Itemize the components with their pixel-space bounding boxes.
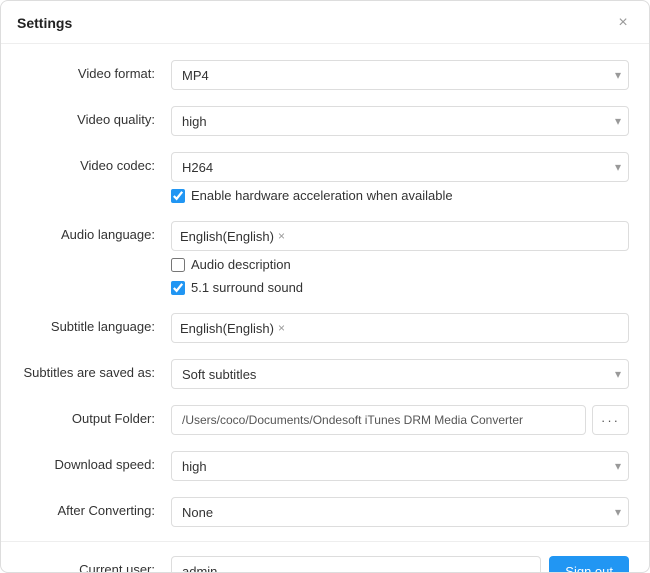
download-speed-label: Download speed:	[21, 451, 171, 472]
video-quality-label: Video quality:	[21, 106, 171, 127]
current-user-row: Current user: Sign out	[1, 548, 649, 572]
audio-language-tag-text: English(English)	[180, 229, 274, 244]
output-folder-path: /Users/coco/Documents/Ondesoft iTunes DR…	[171, 405, 586, 435]
subtitles-saved-as-control: Soft subtitles Hard subtitles External s…	[171, 359, 629, 389]
video-format-row: Video format: MP4 MOV MKV AVI ▾	[1, 52, 649, 98]
download-speed-control: high medium low ▾	[171, 451, 629, 481]
current-user-input-row: Sign out	[171, 556, 629, 572]
video-codec-label: Video codec:	[21, 152, 171, 173]
video-quality-select[interactable]: high medium low	[171, 106, 629, 136]
download-speed-row: Download speed: high medium low ▾	[1, 443, 649, 489]
hardware-accel-row: Enable hardware acceleration when availa…	[171, 186, 629, 205]
subtitle-language-tag: English(English) ×	[180, 321, 285, 336]
audio-description-label: Audio description	[191, 257, 291, 272]
video-codec-select[interactable]: H264 H265 HEVC	[171, 152, 629, 182]
video-codec-select-wrapper: H264 H265 HEVC ▾	[171, 152, 629, 182]
after-converting-control: None Open folder Shutdown ▾	[171, 497, 629, 527]
sign-out-button[interactable]: Sign out	[549, 556, 629, 572]
audio-language-tag-input[interactable]: English(English) ×	[171, 221, 629, 251]
close-button[interactable]: ×	[613, 13, 633, 33]
video-format-label: Video format:	[21, 60, 171, 81]
hardware-accel-checkbox[interactable]	[171, 189, 185, 203]
video-codec-control: H264 H265 HEVC ▾ Enable hardware acceler…	[171, 152, 629, 205]
subtitle-language-tag-remove[interactable]: ×	[278, 322, 285, 334]
download-speed-select[interactable]: high medium low	[171, 451, 629, 481]
browse-button[interactable]: ···	[592, 405, 629, 435]
subtitle-language-row: Subtitle language: English(English) ×	[1, 305, 649, 351]
audio-language-row: Audio language: English(English) × Audio…	[1, 213, 649, 305]
output-folder-control: /Users/coco/Documents/Ondesoft iTunes DR…	[171, 405, 629, 435]
audio-language-control: English(English) × Audio description 5.1…	[171, 221, 629, 297]
current-user-input[interactable]	[171, 556, 541, 572]
hardware-accel-label: Enable hardware acceleration when availa…	[191, 188, 453, 203]
after-converting-select[interactable]: None Open folder Shutdown	[171, 497, 629, 527]
audio-description-row: Audio description	[171, 255, 629, 274]
subtitles-saved-as-row: Subtitles are saved as: Soft subtitles H…	[1, 351, 649, 397]
video-quality-select-wrapper: high medium low ▾	[171, 106, 629, 136]
subtitles-saved-as-label: Subtitles are saved as:	[21, 359, 171, 380]
after-converting-label: After Converting:	[21, 497, 171, 518]
video-quality-row: Video quality: high medium low ▾	[1, 98, 649, 144]
output-folder-input-row: /Users/coco/Documents/Ondesoft iTunes DR…	[171, 405, 629, 435]
surround-sound-label: 5.1 surround sound	[191, 280, 303, 295]
after-converting-select-wrapper: None Open folder Shutdown ▾	[171, 497, 629, 527]
after-converting-row: After Converting: None Open folder Shutd…	[1, 489, 649, 535]
audio-language-tag-remove[interactable]: ×	[278, 230, 285, 242]
video-format-select[interactable]: MP4 MOV MKV AVI	[171, 60, 629, 90]
output-folder-label: Output Folder:	[21, 405, 171, 426]
audio-language-tag: English(English) ×	[180, 229, 285, 244]
video-format-select-wrapper: MP4 MOV MKV AVI ▾	[171, 60, 629, 90]
settings-dialog: Settings × Video format: MP4 MOV MKV AVI…	[0, 0, 650, 573]
surround-sound-checkbox[interactable]	[171, 281, 185, 295]
settings-content: Video format: MP4 MOV MKV AVI ▾ Video qu…	[1, 44, 649, 572]
surround-sound-row: 5.1 surround sound	[171, 278, 629, 297]
settings-divider	[1, 541, 649, 542]
video-quality-control: high medium low ▾	[171, 106, 629, 136]
dialog-title: Settings	[17, 15, 72, 31]
current-user-control: Sign out	[171, 556, 629, 572]
audio-description-checkbox[interactable]	[171, 258, 185, 272]
output-folder-row: Output Folder: /Users/coco/Documents/Ond…	[1, 397, 649, 443]
subtitle-language-tag-text: English(English)	[180, 321, 274, 336]
download-speed-select-wrapper: high medium low ▾	[171, 451, 629, 481]
audio-language-label: Audio language:	[21, 221, 171, 242]
subtitle-language-tag-input[interactable]: English(English) ×	[171, 313, 629, 343]
video-codec-row: Video codec: H264 H265 HEVC ▾ Enable har…	[1, 144, 649, 213]
subtitle-language-control: English(English) ×	[171, 313, 629, 343]
subtitles-saved-as-select-wrapper: Soft subtitles Hard subtitles External s…	[171, 359, 629, 389]
title-bar: Settings ×	[1, 1, 649, 44]
current-user-label: Current user:	[21, 556, 171, 572]
subtitles-saved-as-select[interactable]: Soft subtitles Hard subtitles External s…	[171, 359, 629, 389]
subtitle-language-label: Subtitle language:	[21, 313, 171, 334]
video-format-control: MP4 MOV MKV AVI ▾	[171, 60, 629, 90]
